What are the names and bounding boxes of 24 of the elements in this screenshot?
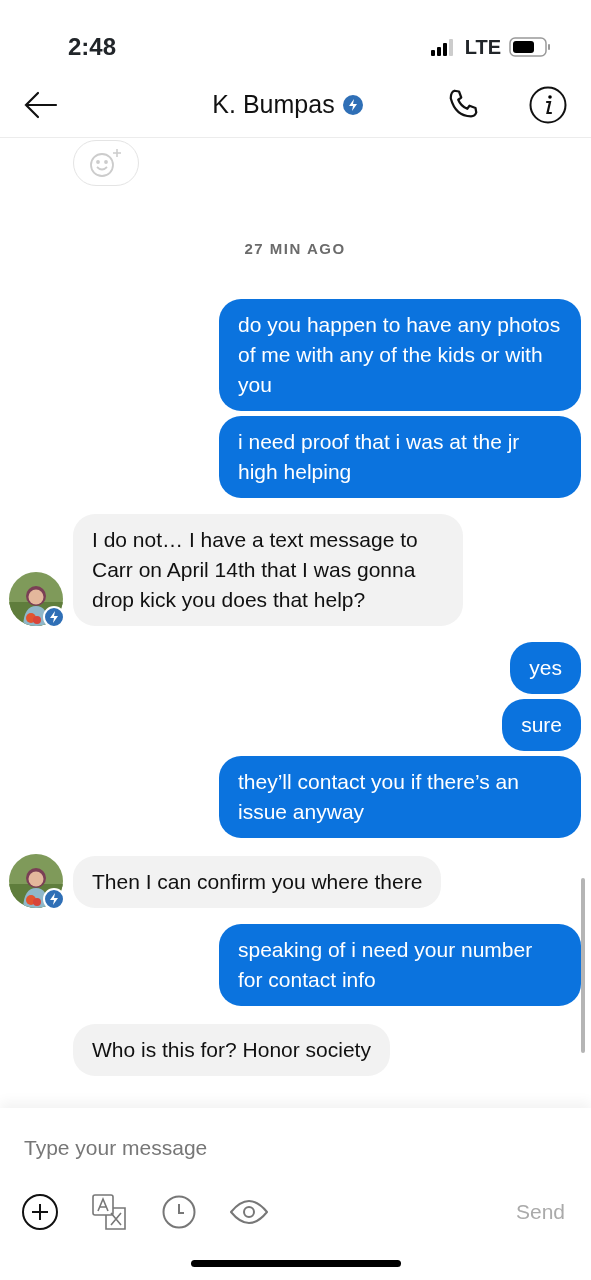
clock-time: 2:48: [68, 32, 117, 62]
battery-icon: [509, 37, 551, 57]
verified-icon: [43, 887, 65, 910]
verified-icon: [43, 605, 65, 628]
sent-message: they’ll contact you if there’s an issue anyway: [219, 755, 581, 838]
timestamp: 27 MIN AGO: [243, 239, 347, 259]
sent-message: yes: [510, 641, 581, 694]
sent-message: sure: [502, 698, 581, 751]
contact-name: K. Bumpas: [212, 88, 335, 120]
sent-message: do you happen to have any photos of me with any of the kids or with you: [219, 298, 581, 411]
eye-icon[interactable]: [230, 1197, 268, 1226]
received-message: Then I can confirm you where there: [73, 855, 442, 908]
translate-icon[interactable]: [92, 1193, 128, 1230]
received-message: Who is this for? Honor society: [73, 1023, 390, 1076]
clock-icon[interactable]: [162, 1194, 196, 1229]
received-message: I do not… I have a text message to Carr on April 14th that I was gonna drop kick you does that help?: [73, 513, 463, 626]
send-button[interactable]: Send: [515, 1195, 565, 1228]
network-label: LTE: [464, 35, 501, 60]
sent-message: speaking of i need your number for contact info: [219, 923, 581, 1006]
back-icon[interactable]: [24, 90, 58, 119]
sent-message: i need proof that i was at the jr high helping: [219, 415, 581, 498]
add-icon[interactable]: [22, 1193, 58, 1230]
add-reaction-icon: [88, 147, 124, 179]
info-icon[interactable]: [529, 85, 567, 124]
